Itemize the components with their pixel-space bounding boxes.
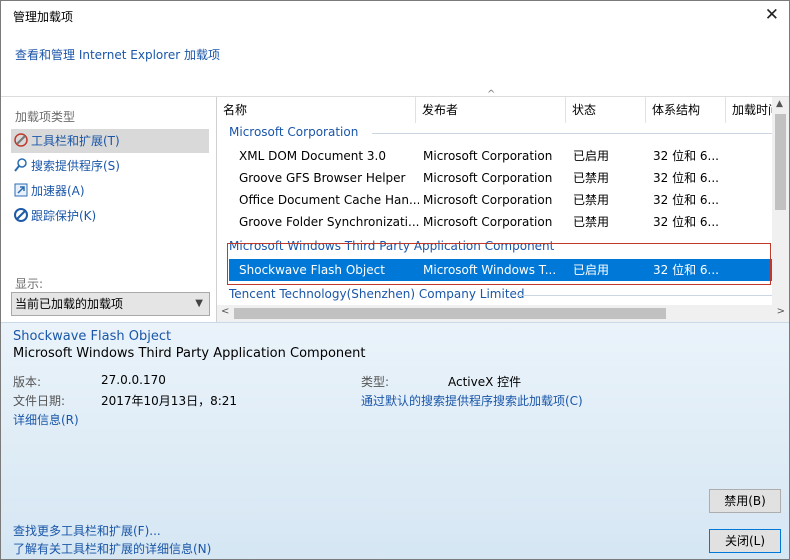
scroll-left-icon[interactable]: < (221, 306, 229, 317)
addon-types-panel: 加载项类型 工具栏和扩展(T) 搜索提供程序(S) 加速器(A) 跟踪保护(K)… (1, 97, 215, 321)
title-bar: 管理加载项 ✕ (1, 1, 789, 31)
column-publisher[interactable]: 发布者 (416, 97, 566, 123)
scroll-up-icon[interactable]: ▲ (776, 99, 783, 109)
manage-addons-window: 管理加载项 ✕ 查看和管理 Internet Explorer 加载项 加载项类… (0, 0, 790, 560)
cell-architecture: 32 位和 6... (653, 149, 719, 163)
toolbar-icon (14, 133, 28, 147)
table-row[interactable]: Groove GFS Browser Helper Microsoft Corp… (229, 167, 775, 189)
addon-name: Shockwave Flash Object (13, 329, 172, 344)
cell-name: XML DOM Document 3.0 (239, 149, 386, 163)
group-header: Microsoft Corporation (229, 125, 359, 139)
accelerator-icon (14, 183, 28, 197)
cell-publisher: Microsoft Corporation (423, 149, 553, 163)
highlight-box (227, 243, 771, 285)
chevron-down-icon: ▼ (195, 298, 203, 309)
cell-name: Groove Folder Synchronizati... (239, 215, 419, 229)
column-name[interactable]: 名称 (217, 97, 416, 123)
cell-status: 已启用 (573, 149, 610, 163)
cell-publisher: Microsoft Corporation (423, 193, 553, 207)
horizontal-scrollbar[interactable]: < > (217, 305, 789, 322)
type-value: ActiveX 控件 (448, 375, 522, 389)
table-row[interactable]: Groove Folder Synchronizati... Microsoft… (229, 211, 775, 233)
cell-status: 已禁用 (573, 193, 610, 207)
column-status[interactable]: 状态 (566, 97, 646, 123)
sidebar-item-toolbars[interactable]: 工具栏和扩展(T) (11, 129, 209, 153)
find-more-link[interactable]: 查找更多工具栏和扩展(F)... (13, 522, 161, 539)
sidebar-item-label: 跟踪保护(K) (31, 209, 97, 223)
cell-publisher: Microsoft Corporation (423, 171, 553, 185)
scroll-right-icon[interactable]: > (777, 306, 785, 317)
cell-name: Office Document Cache Han... (239, 193, 419, 207)
details-pane: Shockwave Flash Object Microsoft Windows… (1, 322, 789, 559)
cell-publisher: Microsoft Corporation (423, 215, 553, 229)
column-architecture[interactable]: 体系结构 (646, 97, 726, 123)
window-title: 管理加载项 (13, 10, 74, 24)
sidebar-item-search-providers[interactable]: 搜索提供程序(S) (11, 154, 209, 178)
addons-list: 名称 发布者 ^ 状态 体系结构 加载时间 Microsoft Corporat… (216, 89, 789, 322)
cell-name: Groove GFS Browser Helper (239, 171, 406, 185)
type-label: 类型: (361, 375, 390, 389)
sidebar-item-label: 搜索提供程序(S) (31, 159, 120, 173)
scroll-thumb[interactable] (775, 114, 786, 210)
table-row[interactable]: Office Document Cache Han... Microsoft C… (229, 189, 775, 211)
sidebar-item-label: 工具栏和扩展(T) (31, 134, 120, 148)
cell-architecture: 32 位和 6... (653, 215, 719, 229)
addon-publisher: Microsoft Windows Third Party Applicatio… (13, 346, 366, 361)
cell-status: 已禁用 (573, 215, 610, 229)
search-addon-link[interactable]: 通过默认的搜索提供程序搜索此加载项(C) (361, 392, 583, 409)
sidebar-item-label: 加速器(A) (31, 184, 85, 198)
sidebar-item-tracking-protection[interactable]: 跟踪保护(K) (11, 204, 209, 228)
file-date-value: 2017年10月13日，8:21 (101, 394, 238, 408)
cell-architecture: 32 位和 6... (653, 171, 719, 185)
close-button[interactable]: 关闭(L) (709, 529, 781, 553)
version-label: 版本: (13, 375, 42, 389)
disable-button[interactable]: 禁用(B) (709, 489, 781, 513)
tracking-protection-icon (14, 208, 28, 222)
page-subtitle: 查看和管理 Internet Explorer 加载项 (15, 48, 221, 62)
sort-up-icon: ^ (487, 89, 496, 100)
cell-status: 已禁用 (573, 171, 610, 185)
learn-more-link[interactable]: 了解有关工具栏和扩展的详细信息(N) (13, 540, 211, 557)
addon-types-label: 加载项类型 (15, 110, 76, 124)
sidebar-item-accelerators[interactable]: 加速器(A) (11, 179, 209, 203)
group-divider (517, 295, 772, 296)
scroll-thumb[interactable] (234, 308, 666, 319)
more-info-link[interactable]: 详细信息(R) (13, 411, 79, 428)
group-header: Tencent Technology(Shenzhen) Company Lim… (229, 287, 525, 301)
file-date-label: 文件日期: (13, 394, 66, 408)
table-row[interactable]: XML DOM Document 3.0 Microsoft Corporati… (229, 145, 775, 167)
vertical-scrollbar[interactable]: ▲ (772, 97, 789, 307)
show-filter-value: 当前已加载的加载项 (15, 297, 124, 311)
show-filter-dropdown[interactable]: 当前已加载的加载项 ▼ (11, 292, 210, 316)
show-label: 显示: (15, 277, 44, 291)
column-header: 名称 发布者 ^ 状态 体系结构 加载时间 (217, 89, 789, 123)
version-value: 27.0.0.170 (101, 373, 166, 387)
group-divider (372, 133, 772, 134)
cell-architecture: 32 位和 6... (653, 193, 719, 207)
close-window-icon[interactable]: ✕ (765, 5, 779, 25)
search-icon (14, 158, 27, 172)
